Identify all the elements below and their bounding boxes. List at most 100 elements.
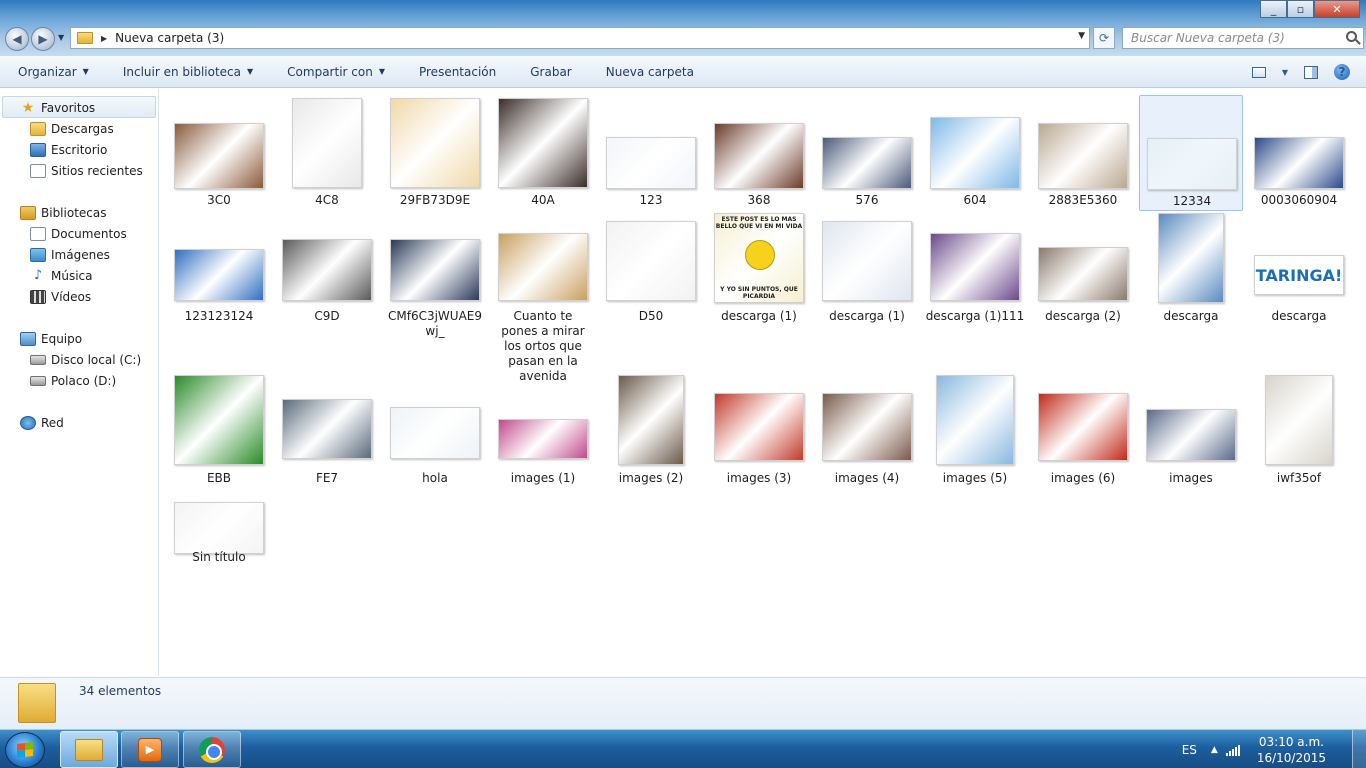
- view-options-dropdown-icon[interactable]: ▼: [1282, 68, 1288, 77]
- nav-desktop[interactable]: Escritorio: [30, 139, 107, 160]
- file-item[interactable]: images: [1139, 375, 1243, 489]
- file-item[interactable]: images (3): [707, 375, 811, 489]
- file-item[interactable]: 12334: [1139, 95, 1243, 211]
- taskbar-media-player[interactable]: ▶: [121, 731, 179, 768]
- show-desktop-button[interactable]: [1352, 730, 1366, 768]
- file-name: descarga: [1163, 309, 1219, 323]
- file-item[interactable]: images (2): [599, 375, 703, 489]
- taskbar-chrome[interactable]: [183, 731, 241, 768]
- nav-drive-d[interactable]: Polaco (D:): [30, 370, 116, 391]
- nav-recent-places[interactable]: Sitios recientes: [30, 160, 143, 181]
- file-name: 368: [747, 193, 771, 207]
- file-name: descarga: [1271, 309, 1327, 323]
- file-item[interactable]: images (1): [491, 375, 595, 489]
- file-item[interactable]: 0003060904: [1247, 95, 1351, 211]
- file-item[interactable]: descarga: [1139, 213, 1243, 327]
- file-item[interactable]: descarga (2): [1031, 213, 1135, 327]
- file-item[interactable]: 123: [599, 95, 703, 211]
- breadcrumb-arrow-icon[interactable]: ▶: [101, 34, 107, 43]
- file-name: images (4): [834, 471, 900, 485]
- file-name: iwf35of: [1276, 471, 1322, 485]
- desktop-icon: [30, 142, 46, 157]
- close-button[interactable]: ✕: [1314, 0, 1360, 18]
- back-button[interactable]: ◀: [5, 27, 29, 51]
- computer-icon: [20, 331, 36, 346]
- file-item[interactable]: descarga (1): [815, 213, 919, 327]
- folder-icon: [77, 32, 93, 44]
- clock[interactable]: 03:10 a.m. 16/10/2015: [1257, 734, 1326, 766]
- file-item[interactable]: EBB: [167, 375, 271, 489]
- file-name: 29FB73D9E: [399, 193, 471, 207]
- show-hidden-icons-icon[interactable]: ▲: [1211, 745, 1218, 755]
- new-folder-button[interactable]: Nueva carpeta: [588, 65, 710, 79]
- nav-libraries[interactable]: Bibliotecas: [20, 202, 106, 223]
- file-item[interactable]: images (6): [1031, 375, 1135, 489]
- file-item[interactable]: hola: [383, 375, 487, 489]
- file-item[interactable]: D50: [599, 213, 703, 327]
- slideshow-button[interactable]: Presentación: [401, 65, 512, 79]
- file-item[interactable]: Cuanto te pones a mirar los ortos que pa…: [491, 213, 595, 383]
- file-item[interactable]: 576: [815, 95, 919, 211]
- address-dropdown-icon[interactable]: ▼: [1078, 31, 1085, 41]
- file-item[interactable]: Sin título: [167, 492, 271, 568]
- file-item[interactable]: 29FB73D9E: [383, 95, 487, 211]
- file-thumbnail: [282, 399, 372, 459]
- file-thumbnail: [618, 375, 684, 465]
- forward-button[interactable]: ▶: [31, 27, 55, 51]
- file-item[interactable]: 4C8: [275, 95, 379, 211]
- share-with-button[interactable]: Compartir con ▼: [269, 65, 401, 79]
- file-item[interactable]: 604: [923, 95, 1027, 211]
- clock-time: 03:10 a.m.: [1258, 734, 1324, 749]
- file-item[interactable]: TARINGA! descarga: [1247, 213, 1351, 327]
- file-item[interactable]: C9D: [275, 213, 379, 327]
- nav-computer[interactable]: Equipo: [20, 328, 82, 349]
- file-item[interactable]: 40A: [491, 95, 595, 211]
- nav-videos[interactable]: Vídeos: [30, 286, 91, 307]
- preview-pane-icon[interactable]: [1304, 65, 1318, 79]
- nav-images[interactable]: Imágenes: [30, 244, 110, 265]
- change-view-icon[interactable]: [1251, 66, 1266, 78]
- libraries-icon: [20, 205, 36, 220]
- file-item[interactable]: iwf35of: [1247, 375, 1351, 489]
- file-name: 604: [963, 193, 987, 207]
- refresh-button[interactable]: ⟳: [1093, 27, 1115, 49]
- include-library-button[interactable]: Incluir en biblioteca ▼: [105, 65, 269, 79]
- nav-favorites-label: Favoritos: [41, 100, 96, 115]
- maximize-button[interactable]: ▫: [1287, 0, 1314, 18]
- recent-pages-dropdown[interactable]: ▼: [58, 33, 64, 42]
- breadcrumb-current[interactable]: Nueva carpeta (3): [115, 31, 224, 45]
- search-input[interactable]: Buscar Nueva carpeta (3): [1122, 27, 1364, 49]
- nav-favorites[interactable]: ★ Favoritos: [20, 97, 95, 118]
- file-item[interactable]: 3C0: [167, 95, 271, 211]
- taskbar-explorer[interactable]: [60, 731, 118, 768]
- file-item[interactable]: FE7: [275, 375, 379, 489]
- title-bar: _ ▫ ✕ ◀ ▶ ▼ ▶ Nueva carpeta (3) ▼ ⟳ Busc…: [0, 0, 1366, 56]
- nav-downloads[interactable]: Descargas: [30, 118, 114, 139]
- file-thumbnail: [390, 407, 480, 459]
- nav-local-disk[interactable]: Disco local (C:): [30, 349, 141, 370]
- file-thumbnail: [390, 98, 480, 188]
- network-signal-icon[interactable]: [1225, 744, 1241, 756]
- file-item[interactable]: 123123124: [167, 213, 271, 327]
- organize-button[interactable]: Organizar ▼: [0, 65, 105, 79]
- minimize-button[interactable]: _: [1260, 0, 1287, 18]
- start-button[interactable]: [5, 732, 45, 768]
- file-item[interactable]: 2883E5360: [1031, 95, 1135, 211]
- file-thumbnail: [390, 239, 480, 301]
- language-indicator[interactable]: ES: [1182, 743, 1197, 757]
- nav-network-label: Red: [41, 415, 64, 430]
- file-item[interactable]: 368: [707, 95, 811, 211]
- nav-network[interactable]: Red: [20, 412, 64, 433]
- address-bar[interactable]: ▶ Nueva carpeta (3) ▼: [70, 27, 1090, 49]
- file-item[interactable]: images (4): [815, 375, 919, 489]
- file-item[interactable]: ESTE POST ES LO MAS BELLO QUE VI EN MI V…: [707, 213, 811, 327]
- nav-libraries-label: Bibliotecas: [41, 205, 107, 220]
- nav-documents[interactable]: Documentos: [30, 223, 127, 244]
- file-name: 123: [639, 193, 663, 207]
- help-icon[interactable]: ?: [1334, 64, 1350, 80]
- file-item[interactable]: images (5): [923, 375, 1027, 489]
- burn-button[interactable]: Grabar: [512, 65, 588, 79]
- file-item[interactable]: CMf6C3jWUAE9wj_: [383, 213, 487, 371]
- file-item[interactable]: descarga (1)111: [923, 213, 1027, 327]
- nav-music[interactable]: ♪ Música: [30, 265, 93, 286]
